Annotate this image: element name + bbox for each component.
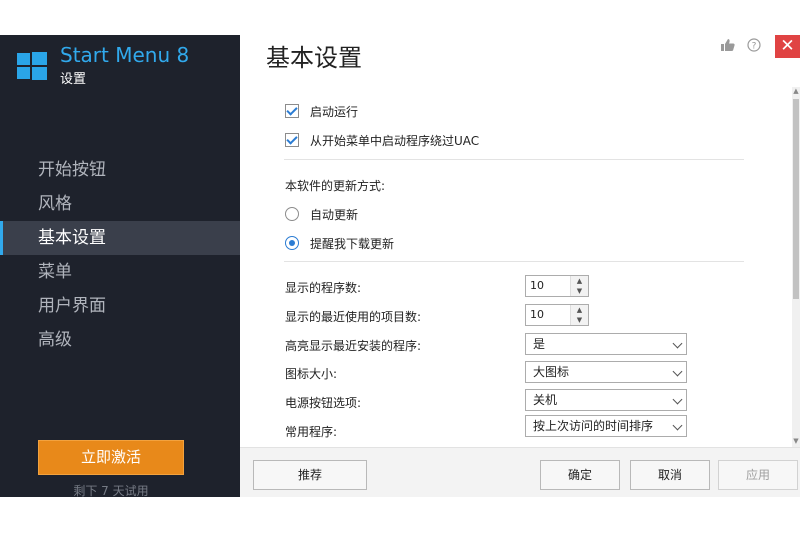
update-remind-radio[interactable] — [285, 236, 299, 250]
bypass-uac-checkbox[interactable] — [285, 133, 299, 147]
common-programs-value: 按上次访问的时间排序 — [533, 419, 654, 433]
sidebar-item-menu[interactable]: 菜单 — [0, 255, 240, 289]
programs-count-value[interactable]: 10 — [526, 276, 570, 296]
chevron-down-icon — [672, 420, 683, 431]
update-auto-radio[interactable] — [285, 207, 299, 221]
decrement-icon[interactable]: ▼ — [571, 286, 588, 296]
update-remind-label: 提醒我下载更新 — [310, 236, 395, 251]
cancel-button[interactable]: 取消 — [630, 460, 710, 490]
footer-bar: 推荐 确定 取消 应用 — [240, 447, 800, 497]
sidebar-item-basic-settings[interactable]: 基本设置 — [0, 221, 240, 255]
bypass-uac-option[interactable]: 从开始菜单中启动程序绕过UAC — [285, 132, 479, 148]
sidebar-nav: 开始按钮 风格 基本设置 菜单 用户界面 高级 — [0, 153, 240, 357]
highlight-new-select[interactable]: 是 — [525, 333, 687, 355]
svg-text:?: ? — [752, 42, 757, 52]
help-icon[interactable]: ? — [746, 38, 762, 54]
decrement-icon[interactable]: ▼ — [571, 315, 588, 325]
sidebar: Start Menu 8 设置 开始按钮 风格 基本设置 菜单 用户界面 高级 … — [0, 35, 240, 498]
scroll-down-icon[interactable]: ▼ — [792, 437, 800, 447]
highlight-new-value: 是 — [533, 337, 546, 351]
scrollbar-thumb[interactable] — [793, 99, 799, 299]
scroll-up-icon[interactable]: ▲ — [792, 87, 800, 97]
settings-panel: 启动运行 从开始菜单中启动程序绕过UAC 本软件的更新方式: 自动更新 提醒我下… — [240, 87, 792, 447]
app-subtitle: 设置 — [60, 72, 87, 87]
power-button-select[interactable]: 关机 — [525, 389, 687, 411]
sidebar-item-style[interactable]: 风格 — [0, 187, 240, 221]
power-button-value: 关机 — [533, 393, 558, 407]
update-auto-option[interactable]: 自动更新 — [285, 206, 358, 222]
icon-size-value: 大图标 — [533, 365, 570, 379]
thumbs-up-icon[interactable] — [720, 38, 736, 54]
divider — [284, 159, 744, 160]
chevron-down-icon — [672, 366, 683, 377]
update-auto-label: 自动更新 — [310, 207, 359, 222]
programs-count-stepper[interactable]: 10 ▲ ▼ — [525, 275, 589, 297]
startup-option[interactable]: 启动运行 — [285, 103, 358, 119]
apply-button[interactable]: 应用 — [718, 460, 798, 490]
scrollbar[interactable]: ▲ ▼ — [792, 87, 800, 447]
power-button-label: 电源按钮选项: — [285, 396, 362, 410]
windows-logo-icon — [17, 52, 47, 82]
sidebar-item-start-button[interactable]: 开始按钮 — [0, 153, 240, 187]
app-title: Start Menu 8 — [60, 43, 190, 67]
programs-count-label: 显示的程序数: — [285, 281, 362, 295]
trial-remaining-text: 剩下 7 天试用 — [73, 484, 149, 498]
bypass-uac-label: 从开始菜单中启动程序绕过UAC — [310, 133, 480, 148]
startup-label: 启动运行 — [310, 104, 359, 119]
chevron-down-icon — [672, 394, 683, 405]
increment-icon[interactable]: ▲ — [571, 276, 588, 286]
page-title: 基本设置 — [266, 44, 362, 72]
recent-items-value[interactable]: 10 — [526, 305, 570, 325]
chevron-down-icon — [672, 338, 683, 349]
startup-checkbox[interactable] — [285, 104, 299, 118]
close-button[interactable]: ✕ — [775, 35, 800, 58]
divider — [284, 261, 744, 262]
activate-button[interactable]: 立即激活 — [38, 440, 184, 475]
icon-size-select[interactable]: 大图标 — [525, 361, 687, 383]
sidebar-item-advanced[interactable]: 高级 — [0, 323, 240, 357]
common-programs-select[interactable]: 按上次访问的时间排序 — [525, 415, 687, 437]
recent-items-stepper[interactable]: 10 ▲ ▼ — [525, 304, 589, 326]
sidebar-item-user-interface[interactable]: 用户界面 — [0, 289, 240, 323]
ok-button[interactable]: 确定 — [540, 460, 620, 490]
common-programs-label: 常用程序: — [285, 425, 338, 439]
highlight-new-label: 高亮显示最近安装的程序: — [285, 339, 422, 353]
icon-size-label: 图标大小: — [285, 367, 338, 381]
recommend-button[interactable]: 推荐 — [253, 460, 367, 490]
update-method-label: 本软件的更新方式: — [285, 179, 386, 193]
recent-items-label: 显示的最近使用的项目数: — [285, 310, 422, 324]
increment-icon[interactable]: ▲ — [571, 305, 588, 315]
update-remind-option[interactable]: 提醒我下载更新 — [285, 235, 394, 251]
